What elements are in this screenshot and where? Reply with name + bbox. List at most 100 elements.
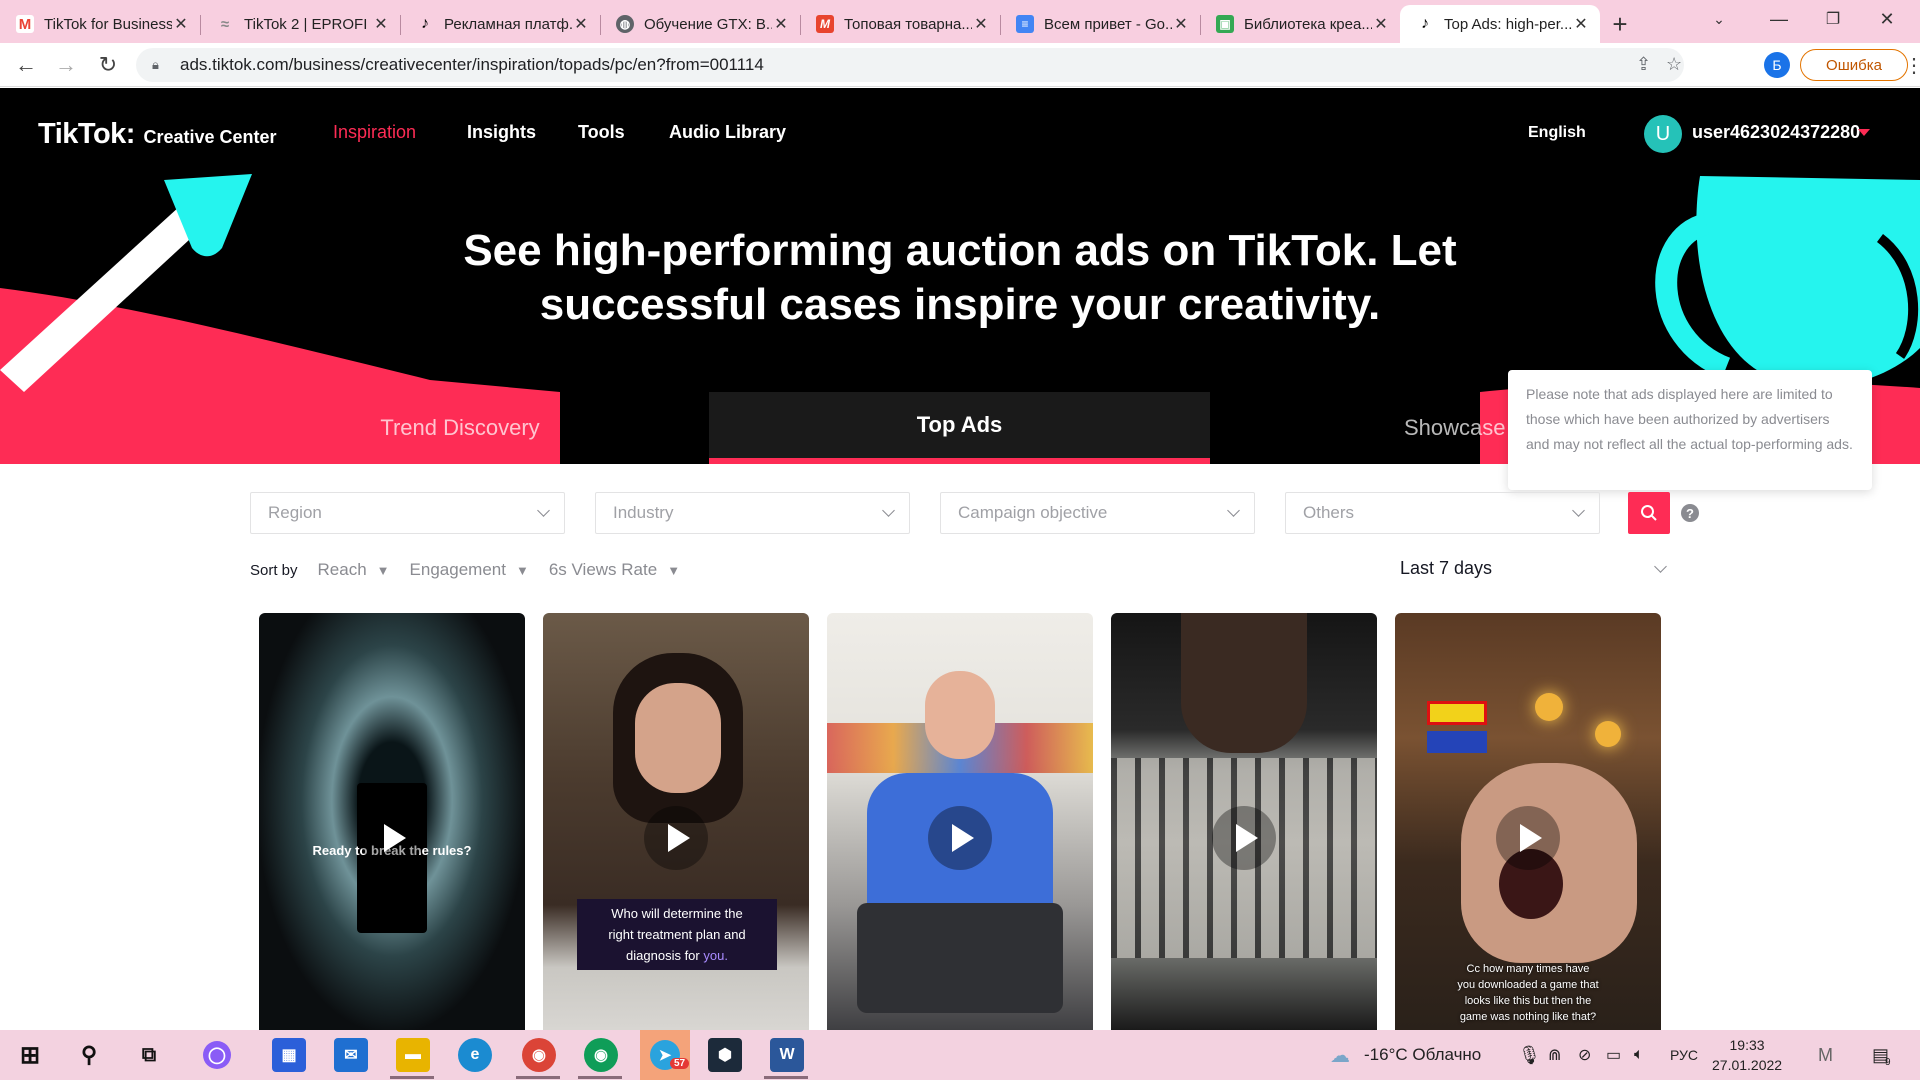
tab-top-ads[interactable]: Top Ads [709, 392, 1210, 464]
browser-tab[interactable]: ♪ Рекламная платф... ✕ [400, 5, 600, 43]
caret-down-icon[interactable] [1858, 129, 1870, 136]
tiktok-icon: ♪ [1421, 15, 1429, 32]
file-explorer-icon[interactable]: ▬ [396, 1038, 430, 1072]
campaign-objective-select[interactable]: Campaign objective [940, 492, 1255, 534]
store-icon[interactable]: ▦ [272, 1038, 306, 1072]
close-tab-icon[interactable]: ✕ [972, 14, 990, 34]
language-selector[interactable]: English [1528, 124, 1586, 142]
browser-menu-icon[interactable]: ⋮ [1904, 53, 1920, 78]
others-select[interactable]: Others [1285, 492, 1600, 534]
nav-inspiration[interactable]: Inspiration [333, 122, 416, 143]
close-tab-icon[interactable]: ✕ [1372, 14, 1390, 34]
ad-card[interactable] [827, 613, 1093, 1030]
browser-tab[interactable]: M Топовая товарна... ✕ [800, 5, 1000, 43]
ad-caption: Who will determine the right treatment p… [577, 899, 777, 970]
close-tab-icon[interactable]: ✕ [172, 14, 190, 34]
ad-card[interactable]: Cc how many times have you downloaded a … [1395, 613, 1661, 1030]
meet-now-icon[interactable]: M [1818, 1030, 1833, 1080]
play-icon[interactable] [1212, 806, 1276, 870]
edge-icon[interactable]: e [458, 1038, 492, 1072]
close-tab-icon[interactable]: ✕ [1172, 14, 1190, 34]
wifi-icon[interactable]: ⋒ [1548, 1030, 1561, 1080]
minimize-button[interactable]: — [1756, 4, 1802, 34]
ad-card[interactable]: Who will determine the right treatment p… [543, 613, 809, 1030]
caption-line: Cc how many times have [1466, 963, 1590, 975]
browser-tab[interactable]: M TikTok for Business ✕ [0, 5, 200, 43]
play-icon[interactable] [1496, 806, 1560, 870]
search-button[interactable] [1628, 492, 1670, 534]
nav-audio-library[interactable]: Audio Library [669, 122, 786, 143]
browser-tab[interactable]: ◍ Обучение GTX: B... ✕ [600, 5, 800, 43]
sort-reach[interactable]: Reach ▼ [318, 560, 390, 580]
running-indicator [390, 1076, 434, 1079]
disclaimer-tooltip: Please note that ads displayed here are … [1508, 370, 1872, 490]
gmail-icon: M [16, 15, 34, 33]
back-button[interactable]: ← [6, 45, 46, 85]
app-hexagon-icon[interactable]: ⬢ [708, 1038, 742, 1072]
sort-engagement[interactable]: Engagement ▼ [410, 560, 529, 580]
play-icon[interactable] [360, 806, 424, 870]
ad-card[interactable] [1111, 613, 1377, 1030]
play-icon[interactable] [644, 806, 708, 870]
network-icon[interactable]: ⊘ [1578, 1030, 1591, 1080]
running-indicator [764, 1076, 808, 1079]
tiktok-creative-center-logo[interactable]: TikTok : Creative Center [38, 118, 277, 151]
browser-profile-avatar[interactable]: Б [1764, 52, 1790, 78]
close-tab-icon[interactable]: ✕ [1572, 14, 1590, 34]
browser-tab[interactable]: ≡ Всем привет - Go... ✕ [1000, 5, 1200, 43]
chevron-down-icon[interactable] [1654, 560, 1667, 573]
windows-start-icon[interactable]: ⊞ [13, 1038, 47, 1072]
clock-date: 27.01.2022 [1712, 1057, 1783, 1073]
battery-icon[interactable]: ▭ [1606, 1030, 1621, 1080]
close-tab-icon[interactable]: ✕ [772, 14, 790, 34]
notifications-icon[interactable]: ▤ 9 [1872, 1030, 1891, 1080]
alice-assistant-icon[interactable]: ◯ [203, 1041, 231, 1069]
tab-search-icon[interactable]: ⌄ [1696, 4, 1742, 34]
industry-select[interactable]: Industry [595, 492, 910, 534]
notification-badge: 9 [1885, 1056, 1891, 1068]
region-select[interactable]: Region [250, 492, 565, 534]
user-avatar[interactable]: U [1644, 115, 1682, 153]
microphone-icon[interactable]: 🎙︎ [1518, 1030, 1541, 1080]
mail-icon[interactable]: ✉ [334, 1038, 368, 1072]
task-view-icon[interactable]: ⧉ [132, 1038, 166, 1072]
sync-error-button[interactable]: Ошибка [1800, 49, 1908, 81]
tab-title: TikTok for Business [44, 15, 172, 33]
forward-button[interactable]: → [46, 45, 86, 85]
help-icon[interactable]: ? [1681, 504, 1699, 522]
browser-tab-active[interactable]: ♪ Top Ads: high-per... ✕ [1400, 5, 1600, 43]
sort-6s-views-rate[interactable]: 6s Views Rate ▼ [549, 560, 680, 580]
clock[interactable]: 19:33 27.01.2022 [1712, 1030, 1782, 1080]
weather-widget[interactable]: ☁ -16°C Облачно [1330, 1030, 1481, 1080]
nav-tools[interactable]: Tools [578, 122, 625, 143]
new-tab-button[interactable]: + [1600, 5, 1640, 43]
sort-label: Sort by [250, 561, 298, 579]
speaker-muted-icon[interactable]: 🔈︎ [1634, 1030, 1644, 1080]
caption-line: right treatment plan and [608, 927, 746, 942]
chrome-icon[interactable]: ◉ [584, 1038, 618, 1072]
lightbulb-shape [1595, 721, 1621, 747]
word-icon[interactable]: W [770, 1038, 804, 1072]
chrome-profile-icon[interactable]: ◉ [522, 1038, 556, 1072]
close-window-button[interactable]: ✕ [1864, 4, 1910, 34]
game-block-shape [1427, 731, 1487, 753]
input-language[interactable]: РУС [1670, 1030, 1698, 1080]
username[interactable]: user4623024372280 [1692, 122, 1860, 143]
tab-trend-discovery[interactable]: Trend Discovery [260, 392, 660, 464]
bookmark-star-icon[interactable]: ☆ [1666, 54, 1682, 75]
telegram-taskbar-button[interactable]: ➤ 57 [640, 1030, 690, 1080]
share-icon[interactable]: ⇪ [1636, 54, 1651, 75]
play-icon[interactable] [928, 806, 992, 870]
tab-title: Топовая товарна... [844, 15, 972, 33]
browser-tab[interactable]: ▣ Библиотека креа... ✕ [1200, 5, 1400, 43]
reload-button[interactable]: ↻ [88, 45, 128, 85]
close-tab-icon[interactable]: ✕ [372, 14, 390, 34]
close-tab-icon[interactable]: ✕ [572, 14, 590, 34]
url-field[interactable]: 🔒︎ ads.tiktok.com/business/creativecente… [136, 48, 1684, 82]
period-select[interactable]: Last 7 days [1400, 558, 1492, 579]
search-icon[interactable]: ⚲ [72, 1038, 106, 1072]
ad-card[interactable]: Ready to break the rules? [259, 613, 525, 1030]
restore-button[interactable]: ❐ [1810, 4, 1856, 34]
nav-insights[interactable]: Insights [467, 122, 536, 143]
browser-tab[interactable]: ≈ TikTok 2 | EPROFI ✕ [200, 5, 400, 43]
